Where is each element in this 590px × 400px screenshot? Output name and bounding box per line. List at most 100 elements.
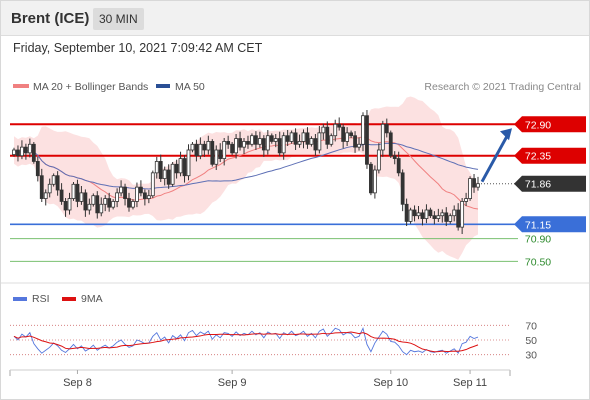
candle-body	[166, 169, 171, 185]
candle-body	[376, 149, 381, 171]
legend-rsi-label: RSI	[32, 293, 50, 305]
candle-body	[202, 143, 207, 151]
candle-body	[281, 135, 286, 154]
candle-body	[91, 195, 96, 205]
candle-body	[135, 186, 139, 202]
candle-body	[460, 201, 465, 228]
candle-body	[341, 126, 346, 142]
legend-9ma-swatch	[62, 297, 76, 301]
candle-body	[325, 126, 330, 145]
resistance-label: 72.35	[525, 151, 551, 163]
candle-body	[59, 189, 64, 202]
candle-body	[254, 135, 258, 145]
candle-body	[20, 146, 24, 157]
candle-body	[71, 183, 76, 199]
candle-body	[317, 132, 322, 151]
candle-body	[436, 215, 441, 219]
bollinger-band-area	[14, 96, 478, 260]
candle-body	[198, 143, 203, 157]
candle-body	[16, 149, 20, 157]
candle-body	[369, 163, 373, 194]
candle-body	[35, 161, 40, 177]
candle-body	[452, 209, 457, 217]
candle-body	[75, 183, 80, 202]
rsi-level-label: 50	[525, 335, 537, 347]
candle-body	[226, 141, 231, 145]
candle-body	[123, 186, 127, 199]
candle-body	[313, 138, 318, 151]
candle-body	[190, 143, 195, 151]
candle-body	[119, 186, 123, 194]
candle-body	[214, 149, 219, 165]
candle-body	[230, 143, 235, 154]
candle-body	[178, 158, 183, 174]
candle-body	[182, 158, 187, 177]
candle-body	[273, 138, 278, 142]
candle-body	[464, 198, 469, 202]
candle-body	[416, 212, 421, 217]
forecast-arrow-shaft	[480, 133, 510, 183]
pivot-label: 70.90	[525, 234, 551, 246]
candle-body	[269, 135, 274, 142]
candle-body	[265, 135, 270, 151]
candle-body	[432, 215, 437, 219]
candle-body	[115, 192, 120, 202]
legend-ma50-swatch	[156, 84, 170, 88]
candle-body	[289, 132, 294, 142]
candle-body	[158, 161, 163, 179]
rsi-level-label: 70	[525, 320, 537, 332]
candle-body	[305, 132, 310, 145]
legend-ma20-label: MA 20 + Bollinger Bands	[33, 81, 148, 93]
candle-body	[412, 209, 417, 217]
x-axis-tick-label: Sep 9	[218, 377, 247, 389]
candle-body	[420, 212, 425, 219]
rsi-line	[13, 326, 479, 356]
candle-body	[400, 172, 405, 205]
candle-body	[293, 132, 298, 145]
candle-body	[142, 192, 147, 199]
candle-body	[55, 175, 60, 191]
candle-body	[186, 149, 191, 177]
legend-ma50-label: MA 50	[175, 81, 205, 93]
bollinger-bands	[14, 96, 478, 260]
candle-body	[23, 146, 28, 154]
level-labels: 72.90 72.35 71.86 71.15 70.90 70.50	[514, 116, 586, 268]
candle-body	[107, 198, 112, 208]
candle-body	[384, 123, 389, 134]
candle-body	[448, 215, 453, 222]
candle-body	[150, 172, 155, 197]
candle-body	[424, 209, 429, 219]
legend-rsi-swatch	[13, 297, 27, 301]
candle-body	[111, 201, 116, 208]
pivot-label: 70.50	[525, 256, 551, 268]
candle-body	[79, 192, 84, 202]
candle-body	[31, 143, 36, 162]
rsi-panel: 70 50 30	[10, 320, 537, 362]
candle-body	[146, 195, 151, 199]
candle-body	[277, 138, 282, 154]
candle-body	[87, 203, 92, 211]
rsi-level-label: 30	[525, 350, 537, 362]
support-label: 71.15	[525, 219, 551, 231]
candle-body	[238, 138, 242, 148]
candle-body	[174, 163, 179, 174]
candle-body	[206, 141, 211, 151]
legend: MA 20 + Bollinger Bands MA 50 Research ©…	[13, 81, 581, 93]
candle-body	[39, 175, 44, 199]
candle-body	[440, 212, 445, 217]
candle-body	[27, 143, 32, 154]
candle-body	[353, 135, 357, 148]
legend-ma20-swatch	[13, 84, 29, 88]
candle-body	[103, 198, 108, 205]
x-axis-tick-label: Sep 10	[373, 377, 408, 389]
candle-body	[357, 143, 361, 148]
candle-body	[472, 178, 476, 188]
candle-body	[321, 126, 326, 134]
candle-body	[67, 198, 72, 211]
candle-body	[47, 183, 52, 194]
candle-body	[170, 163, 175, 185]
candle-body	[194, 143, 199, 157]
candle-body	[234, 138, 238, 154]
candle-body	[388, 132, 393, 157]
candle-body	[333, 123, 338, 137]
